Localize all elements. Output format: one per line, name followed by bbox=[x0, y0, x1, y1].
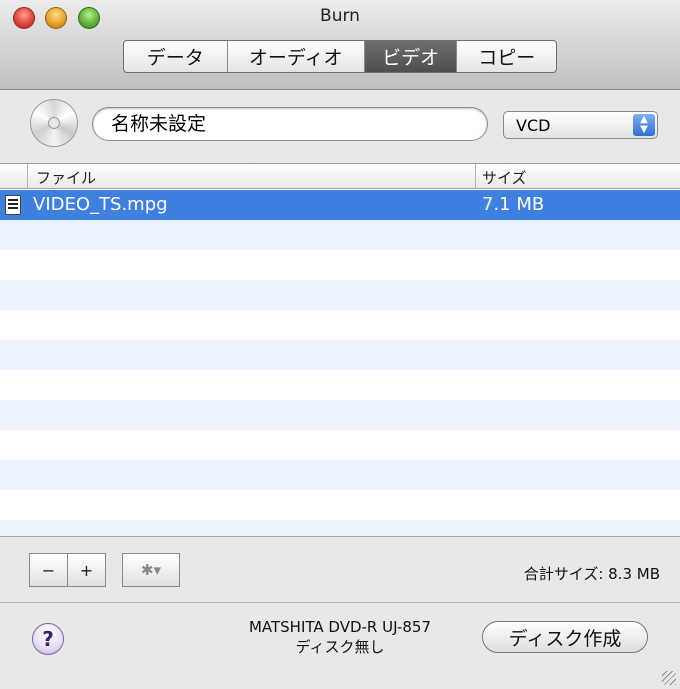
tab-copy[interactable]: コピー bbox=[457, 41, 556, 72]
format-popup[interactable]: VCD ▲ ▼ bbox=[503, 111, 658, 139]
disc-hole bbox=[48, 117, 60, 129]
empty-row bbox=[0, 250, 680, 280]
title-bar: Burn データ オーディオ ビデオ コピー bbox=[0, 0, 680, 90]
drive-name: MATSHITA DVD-R UJ-857 bbox=[248, 618, 432, 636]
mode-segmented-control: データ オーディオ ビデオ コピー bbox=[123, 40, 557, 73]
file-table: ファイル サイズ VIDEO_TS.mpg 7.1 MB bbox=[0, 163, 680, 537]
resize-handle-icon[interactable] bbox=[662, 671, 676, 685]
movie-file-icon bbox=[5, 195, 21, 215]
file-size: 7.1 MB bbox=[482, 194, 545, 215]
column-separator bbox=[475, 164, 476, 189]
drive-info: MATSHITA DVD-R UJ-857 ディスク無し bbox=[230, 617, 450, 657]
add-button[interactable]: + bbox=[67, 553, 106, 587]
file-name: VIDEO_TS.mpg bbox=[33, 194, 168, 215]
disc-name-field[interactable]: 名称未設定 bbox=[92, 107, 488, 141]
column-header-size[interactable]: サイズ bbox=[482, 167, 527, 188]
total-size-label: 合計サイズ: 8.3 MB bbox=[523, 565, 660, 583]
help-button[interactable]: ? bbox=[32, 623, 64, 655]
tab-data[interactable]: データ bbox=[124, 41, 228, 72]
column-header-file[interactable]: ファイル bbox=[36, 167, 96, 188]
gear-icon: ✱▾ bbox=[140, 561, 162, 579]
empty-row bbox=[0, 220, 680, 250]
divider bbox=[0, 602, 680, 603]
empty-row bbox=[0, 490, 680, 520]
disc-icon bbox=[30, 99, 78, 147]
empty-row bbox=[0, 370, 680, 400]
window-title: Burn bbox=[320, 6, 360, 26]
empty-row bbox=[0, 400, 680, 430]
empty-row bbox=[0, 280, 680, 310]
format-popup-value: VCD bbox=[516, 116, 551, 135]
create-disc-button[interactable]: ディスク作成 bbox=[482, 621, 648, 653]
empty-row bbox=[0, 460, 680, 490]
empty-row bbox=[0, 310, 680, 340]
bottom-bar: − + ✱▾ 合計サイズ: 8.3 MB ? MATSHITA DVD-R UJ… bbox=[0, 536, 680, 689]
project-row: 名称未設定 VCD ▲ ▼ bbox=[0, 91, 680, 163]
table-header: ファイル サイズ bbox=[0, 164, 680, 189]
action-gear-button[interactable]: ✱▾ bbox=[122, 553, 180, 587]
table-row[interactable]: VIDEO_TS.mpg 7.1 MB bbox=[0, 190, 680, 220]
empty-row bbox=[0, 340, 680, 370]
empty-row bbox=[0, 520, 680, 537]
empty-row bbox=[0, 430, 680, 460]
remove-button[interactable]: − bbox=[29, 553, 68, 587]
table-body: VIDEO_TS.mpg 7.1 MB bbox=[0, 190, 680, 537]
tab-audio[interactable]: オーディオ bbox=[228, 41, 365, 72]
tab-video[interactable]: ビデオ bbox=[364, 41, 458, 72]
burn-window: Burn データ オーディオ ビデオ コピー 名称未設定 VCD ▲ ▼ ファイル… bbox=[0, 0, 680, 689]
popup-arrows-icon: ▲ ▼ bbox=[633, 114, 655, 136]
disc-status: ディスク無し bbox=[295, 638, 385, 656]
column-separator bbox=[27, 164, 28, 189]
